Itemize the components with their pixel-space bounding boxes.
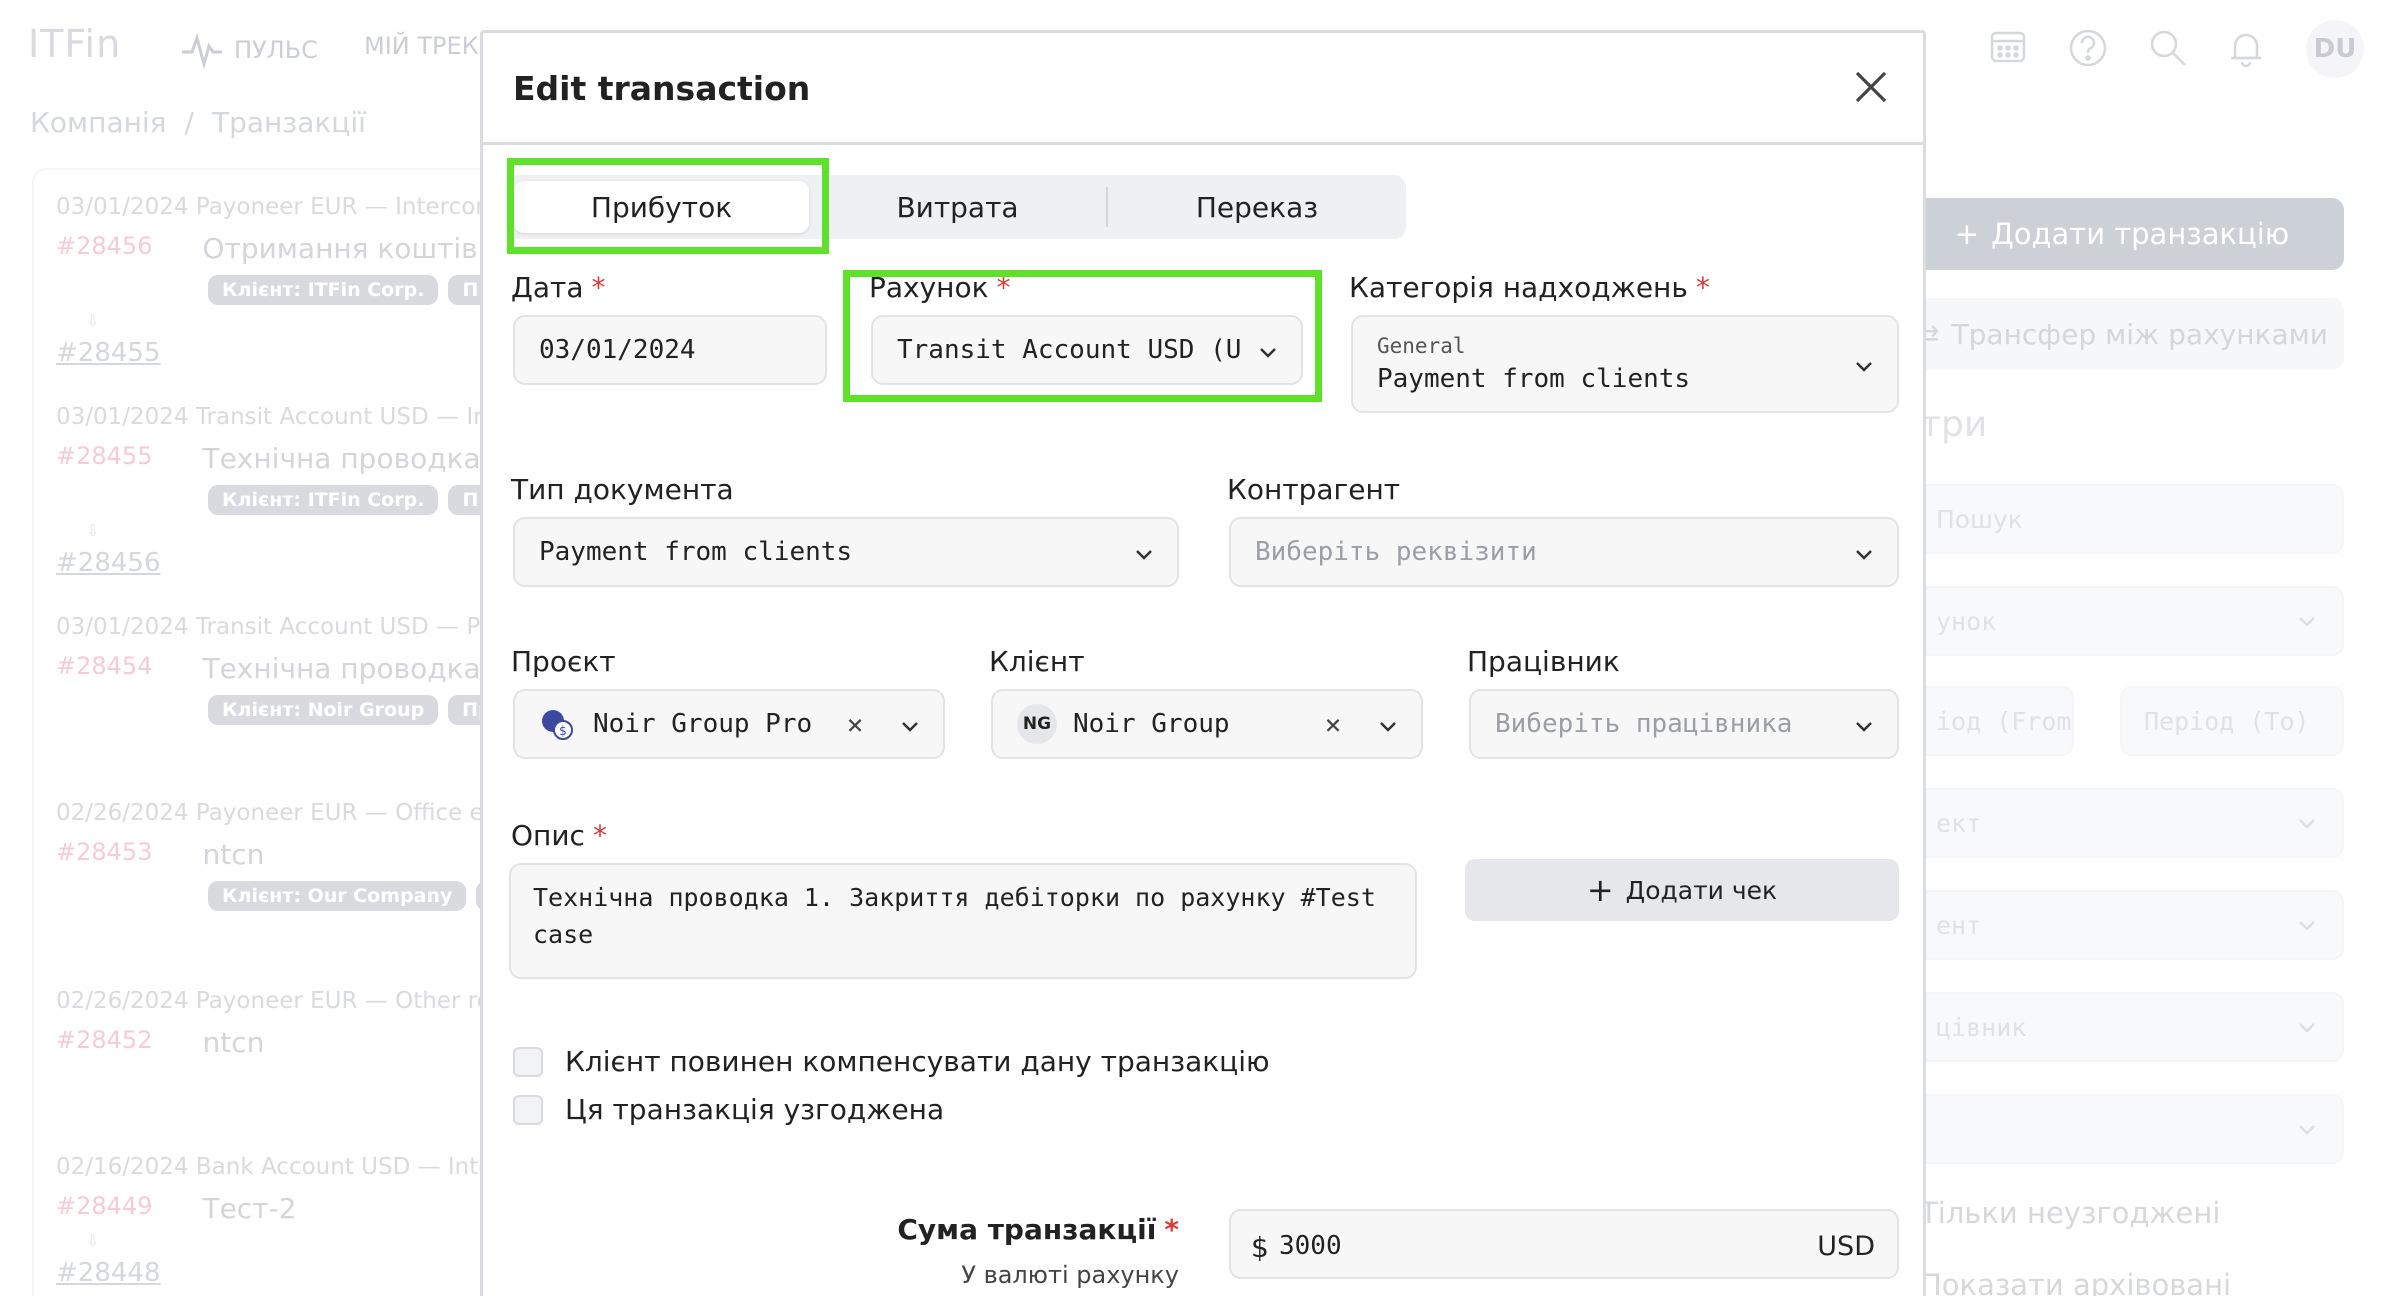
employee-placeholder: Виберіть працівника	[1495, 709, 1793, 739]
counterparty-label: Контрагент	[1227, 473, 1401, 506]
modal-title: Edit transaction	[513, 69, 811, 108]
compensate-checkbox-row[interactable]: Клієнт повинен компенсувати дану транзак…	[513, 1045, 1270, 1078]
date-input[interactable]: 03/01/2024	[513, 315, 827, 385]
counterparty-placeholder: Виберіть реквізити	[1255, 537, 1537, 567]
chevron-down-icon	[1856, 550, 1872, 560]
tab-transfer[interactable]: Переказ	[1108, 175, 1406, 239]
amount-sublabel: У валюті рахунку	[961, 1261, 1179, 1289]
edit-transaction-modal: Edit transaction Прибуток Витрата Перека…	[480, 30, 1926, 1296]
compensate-label: Клієнт повинен компенсувати дану транзак…	[565, 1045, 1270, 1078]
description-line-1: Технічна проводка 1. Закриття дебіторки …	[533, 883, 1376, 912]
employee-label: Працівник	[1467, 645, 1620, 678]
modal-header: Edit transaction	[483, 33, 1923, 145]
highlight-account-field	[843, 270, 1322, 402]
counterparty-select[interactable]: Виберіть реквізити	[1229, 517, 1899, 587]
chevron-down-icon	[1856, 362, 1872, 372]
required-mark: *	[591, 271, 606, 304]
category-value: Payment from clients	[1377, 364, 1691, 394]
chevron-down-icon	[902, 722, 918, 732]
client-select[interactable]: NG Noir Group ×	[991, 689, 1423, 759]
clear-project-icon[interactable]: ×	[841, 711, 869, 739]
client-value: Noir Group	[1073, 709, 1230, 739]
description-textarea[interactable]: Технічна проводка 1. Закриття дебіторки …	[509, 863, 1417, 979]
reconciled-label: Ця транзакція узгоджена	[565, 1093, 945, 1126]
dollar-icon: $	[1251, 1231, 1269, 1264]
amount-input[interactable]: $ 3000 USD	[1229, 1209, 1899, 1279]
employee-select[interactable]: Виберіть працівника	[1469, 689, 1899, 759]
description-line-2: case	[533, 920, 594, 949]
required-mark: *	[592, 819, 607, 852]
amount-value: 3000	[1279, 1231, 1342, 1261]
amount-label-text: Сума транзакції	[897, 1213, 1157, 1246]
amount-label: Сума транзакції *	[713, 1213, 1179, 1246]
project-label: Проєкт	[511, 645, 616, 678]
category-label: Категорія надходжень *	[1349, 271, 1710, 304]
project-select[interactable]: $ Noir Group Pro ×	[513, 689, 945, 759]
plus-icon: +	[1586, 871, 1614, 909]
compensate-checkbox[interactable]	[513, 1046, 543, 1077]
required-mark: *	[1164, 1213, 1179, 1246]
description-label-text: Опис	[511, 819, 585, 852]
chevron-down-icon	[1380, 722, 1396, 732]
project-value: Noir Group Pro	[593, 709, 813, 739]
client-avatar: NG	[1017, 704, 1057, 744]
description-label: Опис *	[511, 819, 607, 852]
client-label: Клієнт	[989, 645, 1085, 678]
close-icon[interactable]	[1851, 67, 1891, 107]
chevron-down-icon	[1856, 722, 1872, 732]
category-label-text: Категорія надходжень	[1349, 271, 1688, 304]
tab-expense[interactable]: Витрата	[809, 175, 1106, 239]
required-mark: *	[1695, 271, 1710, 304]
chevron-down-icon	[1136, 550, 1152, 560]
category-select[interactable]: General Payment from clients	[1351, 315, 1899, 413]
reconciled-checkbox-row[interactable]: Ця транзакція узгоджена	[513, 1093, 944, 1126]
add-receipt-label: Додати чек	[1625, 875, 1778, 905]
highlight-income-tab	[507, 158, 829, 254]
category-group: General	[1377, 334, 1466, 358]
reconciled-checkbox[interactable]	[513, 1094, 543, 1125]
date-value: 03/01/2024	[539, 335, 696, 365]
doc-type-label: Тип документа	[511, 473, 734, 506]
date-label-text: Дата	[511, 271, 584, 304]
doc-type-select[interactable]: Payment from clients	[513, 517, 1179, 587]
svg-text:$: $	[559, 724, 567, 738]
doc-type-value: Payment from clients	[539, 537, 853, 567]
amount-currency: USD	[1817, 1231, 1875, 1262]
add-receipt-button[interactable]: + Додати чек	[1465, 859, 1899, 921]
clear-client-icon[interactable]: ×	[1319, 711, 1347, 739]
project-icon: $	[542, 710, 573, 740]
date-label: Дата *	[511, 271, 606, 304]
